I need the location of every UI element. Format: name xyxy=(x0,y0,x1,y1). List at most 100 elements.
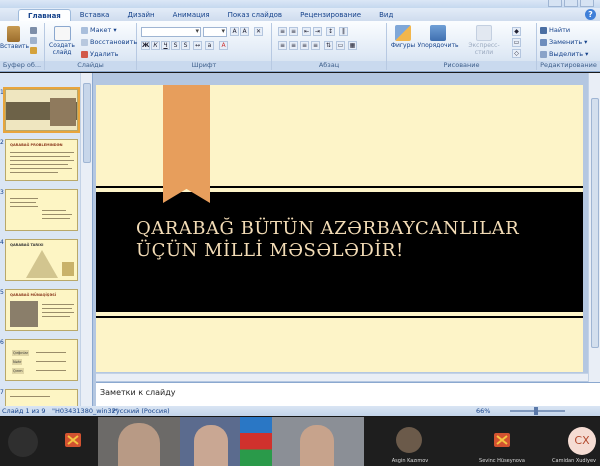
line-spacing-icon[interactable]: ↕ xyxy=(326,27,335,36)
quick-styles-button[interactable]: Экспресс-стили xyxy=(461,25,507,56)
columns-icon[interactable]: ‖ xyxy=(339,27,348,36)
avatar[interactable]: CX xyxy=(568,427,596,455)
slide-thumbnail[interactable]: QARABAĞ PROBLEMINDƏN xyxy=(5,139,78,181)
thumb-text-line xyxy=(42,214,72,215)
italic-icon[interactable]: К xyxy=(151,41,160,50)
copy-icon[interactable] xyxy=(30,37,37,44)
clipboard-group: Вставить Буфер об... xyxy=(0,23,45,70)
layout-button[interactable]: Макет ▾ xyxy=(81,26,117,34)
zoom-slider-handle[interactable] xyxy=(534,407,538,415)
paste-button[interactable]: Вставить xyxy=(0,26,29,50)
slide-canvas[interactable]: QARABAĞ BÜTÜN AZƏRBAYCANLILAR ÜÇÜN MİLLİ… xyxy=(96,85,583,372)
minimize-button[interactable] xyxy=(548,0,562,7)
slide-thumb-row[interactable]: 1 xyxy=(0,87,92,133)
slide-thumb-row[interactable]: 7 xyxy=(0,387,92,406)
shapes-icon xyxy=(395,25,411,41)
shadow-icon[interactable]: S xyxy=(181,41,190,50)
replace-button[interactable]: Заменить ▾ xyxy=(540,38,587,46)
close-button[interactable] xyxy=(580,0,594,7)
binoculars-icon xyxy=(540,26,547,34)
delete-slide-button[interactable]: Удалить xyxy=(81,50,118,58)
scroll-thumb[interactable] xyxy=(591,98,599,348)
video-tile[interactable] xyxy=(98,417,180,466)
scroll-thumb[interactable] xyxy=(83,83,91,163)
spacing-icon[interactable]: ↔ xyxy=(193,41,202,50)
tab-review[interactable]: Рецензирование xyxy=(291,9,370,21)
thumb-text-line xyxy=(10,168,72,169)
help-icon[interactable]: ? xyxy=(585,9,596,20)
justify-icon[interactable]: ≡ xyxy=(311,41,320,50)
select-button[interactable]: Выделить ▾ xyxy=(540,50,588,58)
bullets-icon[interactable]: ≡ xyxy=(278,27,287,36)
align-left-icon[interactable]: ≡ xyxy=(278,41,287,50)
find-button[interactable]: Найти xyxy=(540,26,570,34)
reset-button[interactable]: Восстановить xyxy=(81,38,137,46)
slide-thumb-row[interactable]: 3 xyxy=(0,187,92,233)
thumb-text-line xyxy=(10,396,50,397)
format-painter-icon[interactable] xyxy=(30,47,37,54)
language-indicator[interactable]: Русский (Россия) xyxy=(112,406,170,416)
font-size-combo[interactable] xyxy=(203,27,227,37)
increase-indent-icon[interactable]: ⇥ xyxy=(313,27,322,36)
font-name-combo[interactable] xyxy=(141,27,201,37)
thumb-text-line xyxy=(42,312,74,313)
new-slide-button[interactable]: Создать слайд xyxy=(48,26,76,56)
slide-thumb-row[interactable]: 4 QARABAĞ TARIXI xyxy=(0,237,92,283)
notes-pane[interactable]: Заметки к слайду xyxy=(96,382,600,406)
video-tile[interactable]: Sevinc Hüseynova xyxy=(456,417,548,466)
tab-slideshow[interactable]: Показ слайдов xyxy=(219,9,291,21)
window-controls xyxy=(548,0,594,8)
video-tile[interactable] xyxy=(48,417,98,466)
text-direction-icon[interactable]: ⇅ xyxy=(324,41,333,50)
slide-thumb-row[interactable]: 2 QARABAĞ PROBLEMINDƏN xyxy=(0,137,92,183)
tab-insert[interactable]: Вставка xyxy=(71,9,119,21)
video-tile[interactable] xyxy=(272,417,364,466)
shape-fill-icon[interactable]: ◆ xyxy=(512,27,521,36)
slide-thumbnail[interactable] xyxy=(5,389,78,406)
video-tile[interactable] xyxy=(180,417,272,466)
numbering-icon[interactable]: ≡ xyxy=(289,27,298,36)
maximize-button[interactable] xyxy=(564,0,578,7)
slide-thumb-row[interactable]: 5 QARABAĞ MÜNAQİŞƏSİ xyxy=(0,287,92,333)
slide-thumbnail[interactable]: QARABAĞ MÜNAQİŞƏSİ xyxy=(5,289,78,331)
tab-home[interactable]: Главная xyxy=(18,9,71,21)
underline-icon[interactable]: Ч xyxy=(161,41,170,50)
case-icon[interactable]: a xyxy=(205,41,214,50)
slide-horizontal-scrollbar[interactable] xyxy=(96,373,588,381)
slide-thumbnail[interactable]: QARABAĞ TARIXI xyxy=(5,239,78,281)
font-color-icon[interactable]: A xyxy=(219,41,228,50)
cut-icon[interactable] xyxy=(30,27,37,34)
slide-thumbnail[interactable]: Qırğınlar Nəhr Qırım xyxy=(5,339,78,381)
thumb-cell: Qırım xyxy=(12,368,24,374)
align-text-icon[interactable]: ▭ xyxy=(336,41,345,50)
tab-design[interactable]: Дизайн xyxy=(118,9,163,21)
thumb-text-line xyxy=(10,160,74,161)
slide-title[interactable]: QARABAĞ BÜTÜN AZƏRBAYCANLILAR ÜÇÜN MİLLİ… xyxy=(136,218,556,262)
tab-animation[interactable]: Анимация xyxy=(164,9,219,21)
ribbon: Вставить Буфер об... Создать слайд Макет… xyxy=(0,21,600,72)
shrink-font-icon[interactable]: A xyxy=(240,27,249,36)
align-center-icon[interactable]: ≡ xyxy=(289,41,298,50)
slide-thumb-row[interactable]: 6 Qırğınlar Nəhr Qırım xyxy=(0,337,92,383)
shape-effects-icon[interactable]: ◇ xyxy=(512,49,521,58)
clipboard-group-label: Буфер об... xyxy=(0,61,44,70)
strikethrough-icon[interactable]: S xyxy=(171,41,180,50)
arrange-button[interactable]: Упорядочить xyxy=(417,25,459,49)
video-tile[interactable] xyxy=(0,417,48,466)
shapes-button[interactable]: Фигуры xyxy=(389,25,417,49)
grow-font-icon[interactable]: A xyxy=(230,27,239,36)
shape-outline-icon[interactable]: ▭ xyxy=(512,38,521,47)
clear-format-icon[interactable]: ✕ xyxy=(254,27,263,36)
zoom-level[interactable]: 66% xyxy=(476,406,490,416)
slide-vertical-scrollbar[interactable] xyxy=(588,73,600,382)
slide-thumbnail[interactable] xyxy=(3,87,80,133)
smartart-icon[interactable]: ▦ xyxy=(348,41,357,50)
tab-view[interactable]: Вид xyxy=(370,9,402,21)
bold-icon[interactable]: Ж xyxy=(141,41,150,50)
decrease-indent-icon[interactable]: ⇤ xyxy=(302,27,311,36)
video-tile[interactable]: Asgin Kazımov xyxy=(364,417,456,466)
align-right-icon[interactable]: ≡ xyxy=(300,41,309,50)
slide-thumbnail[interactable] xyxy=(5,189,78,231)
slide-counter: Слайд 1 из 9 xyxy=(2,407,46,415)
thumbnail-scrollbar[interactable] xyxy=(80,73,92,406)
